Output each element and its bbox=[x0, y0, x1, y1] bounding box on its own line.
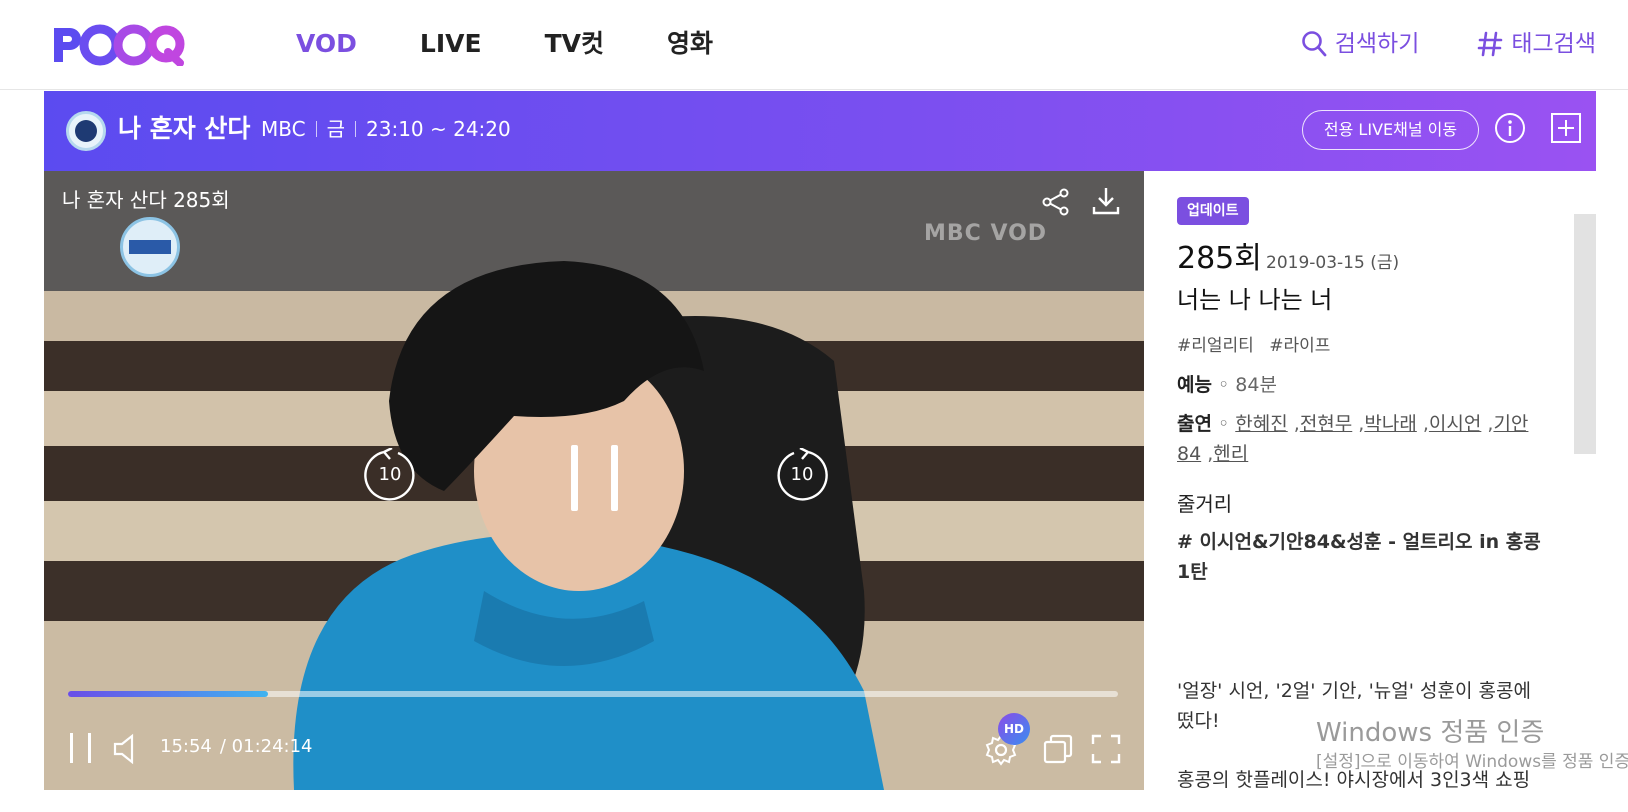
menu-vod[interactable]: VOD bbox=[296, 24, 357, 64]
add-icon[interactable] bbox=[1550, 112, 1582, 144]
rewind-seconds: 10 bbox=[378, 464, 402, 485]
broadcast-day: 금 bbox=[326, 117, 345, 141]
player-controls: 15:54 / 01:24:14 HD bbox=[44, 713, 1144, 769]
synopsis-paragraph: 홍콩의 핫플레이스! 야시장에서 3인3색 쇼핑 bbox=[1177, 769, 1531, 790]
panel-scrollbar[interactable] bbox=[1574, 214, 1596, 454]
divider bbox=[315, 121, 317, 137]
hashtag-icon bbox=[1477, 30, 1503, 58]
program-title[interactable]: 나 혼자 산다 bbox=[118, 109, 250, 149]
tag-search-label: 태그검색 bbox=[1511, 31, 1596, 57]
genre-row: 예능 ◦ 84분 bbox=[1177, 374, 1277, 396]
info-icon[interactable] bbox=[1494, 112, 1526, 144]
update-badge: 업데이트 bbox=[1177, 197, 1249, 225]
episode-subtitle: 너는 나 나는 너 bbox=[1177, 286, 1333, 314]
synopsis-paragraph: '얼장' 시언, '2얼' 기안, '뉴얼' 성훈이 홍콩에 떴다! bbox=[1177, 680, 1531, 732]
fullscreen-icon[interactable] bbox=[1090, 733, 1122, 769]
nav-actions: 검색하기 태그검색 bbox=[1301, 24, 1596, 64]
download-icon[interactable] bbox=[1090, 185, 1122, 221]
pooq-logo-mark bbox=[54, 24, 185, 66]
search-link[interactable]: 검색하기 bbox=[1301, 24, 1420, 64]
synopsis-label: 줄거리 bbox=[1177, 492, 1233, 516]
cast-member[interactable]: 박나래 bbox=[1364, 413, 1416, 435]
cast-member[interactable]: 헨리 bbox=[1213, 443, 1248, 465]
synopsis-headline: # 이시언&기안84&성훈 - 얼트리오 in 홍콩 1탄 bbox=[1177, 531, 1541, 583]
current-time: 15:54 bbox=[160, 736, 212, 757]
genre-label: 예능 bbox=[1177, 374, 1212, 396]
time-display: 15:54 / 01:24:14 bbox=[160, 735, 313, 759]
duration: 84분 bbox=[1235, 374, 1277, 396]
volume-icon[interactable] bbox=[112, 733, 142, 769]
rewind-10-button[interactable]: 10 bbox=[362, 446, 418, 504]
main-menu: VOD LIVE TV컷 영화 bbox=[296, 24, 776, 64]
cast-label: 출연 bbox=[1177, 413, 1212, 435]
total-time: / 01:24:14 bbox=[219, 736, 313, 757]
hashtag-item[interactable]: #리얼리티 bbox=[1177, 336, 1254, 356]
divider bbox=[355, 121, 356, 137]
pause-button[interactable] bbox=[68, 733, 96, 765]
episode-info-panel: 업데이트 285회 2019-03-15 (금) 너는 나 나는 너 #리얼리티… bbox=[1144, 171, 1596, 790]
air-date: 2019-03-15 (금) bbox=[1266, 253, 1400, 273]
seek-bar[interactable] bbox=[68, 691, 1118, 697]
play-pause-center-button[interactable] bbox=[571, 445, 619, 511]
search-label: 검색하기 bbox=[1334, 31, 1420, 57]
seek-bar-played bbox=[68, 691, 268, 697]
menu-live[interactable]: LIVE bbox=[420, 24, 482, 64]
share-icon[interactable] bbox=[1041, 187, 1071, 221]
broadcast-time: 23:10 ~ 24:20 bbox=[366, 117, 511, 141]
tag-search-link[interactable]: 태그검색 bbox=[1477, 24, 1596, 64]
cast-member[interactable]: 이시언 bbox=[1429, 413, 1481, 435]
hashtag-list: #리얼리티 #라이프 bbox=[1177, 333, 1330, 359]
pooq-logo[interactable] bbox=[50, 20, 186, 68]
channel-name: MBC bbox=[261, 117, 306, 141]
menu-tv-cut[interactable]: TV컷 bbox=[545, 24, 604, 64]
program-badge-icon bbox=[66, 111, 106, 151]
picture-in-picture-icon[interactable] bbox=[1042, 733, 1074, 769]
program-logo-overlay bbox=[120, 217, 180, 277]
broadcaster-watermark: MBC VOD bbox=[924, 221, 1048, 246]
search-icon bbox=[1301, 30, 1327, 58]
forward-10-button[interactable]: 10 bbox=[774, 446, 830, 504]
live-channel-button[interactable]: 전용 LIVE채널 이동 bbox=[1302, 110, 1479, 150]
cast-member[interactable]: 한혜진 bbox=[1235, 413, 1287, 435]
top-navigation: VOD LIVE TV컷 영화 검색하기 태그검색 bbox=[0, 0, 1628, 90]
menu-movie[interactable]: 영화 bbox=[667, 24, 713, 64]
cast-member[interactable]: 전현무 bbox=[1300, 413, 1352, 435]
episode-title: 나 혼자 산다 285회 bbox=[62, 188, 230, 212]
video-player[interactable]: 나 혼자 산다 285회 MBC VOD 10 10 15:54 / 01:24:… bbox=[44, 171, 1144, 790]
program-banner: 나 혼자 산다 MBC 금 23:10 ~ 24:20 전용 LIVE채널 이동 bbox=[44, 91, 1596, 171]
hd-quality-badge[interactable]: HD bbox=[998, 713, 1030, 745]
hashtag-item[interactable]: #라이프 bbox=[1269, 336, 1330, 356]
cast-row: 출연 ◦ 한혜진 ,전현무 ,박나래 ,이시언 ,기안84 ,헨리 bbox=[1177, 413, 1529, 465]
episode-number: 285회 bbox=[1177, 241, 1262, 276]
program-schedule: MBC 금 23:10 ~ 24:20 bbox=[261, 109, 511, 149]
forward-seconds: 10 bbox=[790, 464, 814, 485]
